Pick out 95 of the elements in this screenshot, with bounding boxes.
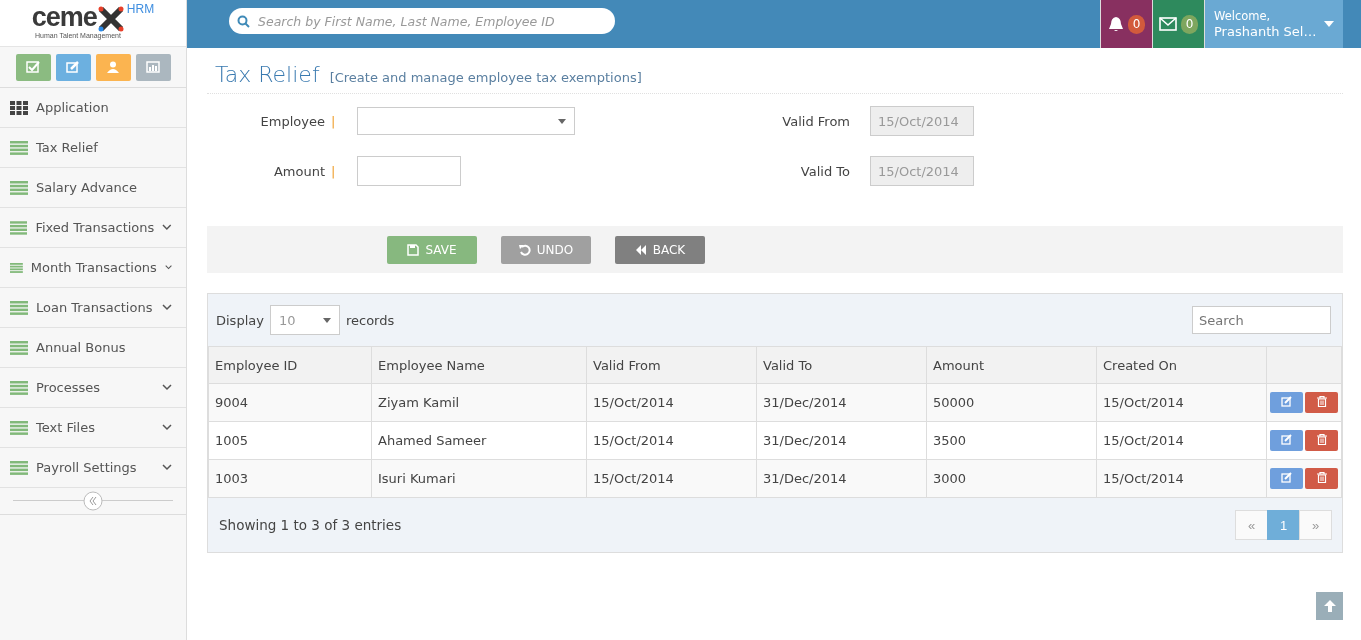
sidebar-item[interactable]: Annual Bonus	[0, 328, 186, 368]
records-label: records	[345, 312, 395, 328]
search-field[interactable]: Search by First Name, Last Name, Employee ID	[229, 8, 615, 34]
user-icon	[106, 61, 120, 73]
sidebar-item[interactable]: Salary Advance	[0, 168, 186, 208]
arrow-up-icon	[1323, 600, 1336, 612]
required-marker: |	[330, 163, 337, 179]
list-icon	[10, 220, 28, 235]
undo-icon	[518, 243, 531, 256]
list-icon	[10, 380, 28, 395]
column-header: Amount	[926, 346, 1097, 384]
list-icon	[10, 460, 28, 475]
table-cell: Ahamed Sameer	[371, 421, 587, 460]
grid-icon	[10, 100, 28, 115]
list-icon	[10, 180, 28, 195]
trash-icon	[1316, 434, 1327, 445]
edit-icon	[1280, 396, 1293, 407]
table-cell: 3000	[926, 459, 1097, 498]
caret-icon	[322, 317, 331, 323]
user-shortcut-button[interactable]	[95, 53, 131, 81]
bell-icon[interactable]	[1108, 16, 1124, 32]
table-cell: 9004	[208, 383, 372, 422]
amount-field[interactable]	[357, 156, 461, 186]
table-cell: 50000	[926, 383, 1097, 422]
table-cell: Isuri Kumari	[371, 459, 587, 498]
table-cell: 31/Dec/2014	[756, 459, 927, 498]
sidebar-item[interactable]: Application	[0, 88, 186, 128]
edit-button[interactable]	[1270, 468, 1303, 489]
table-cell: 15/Oct/2014	[1096, 421, 1267, 460]
trash-icon	[1316, 396, 1327, 407]
list-icon	[10, 300, 28, 315]
caret-icon	[1324, 21, 1335, 27]
table-search-field[interactable]: Search	[1192, 306, 1331, 334]
table-cell: Ziyam Kamil	[371, 383, 587, 422]
notification-count: 0	[1128, 14, 1145, 34]
checkbox-icon	[26, 61, 40, 73]
sidebar-item[interactable]: Text Files	[0, 408, 186, 448]
delete-button[interactable]	[1305, 468, 1338, 489]
scroll-top-button[interactable]	[1316, 592, 1343, 620]
double-arrow-left-icon	[634, 243, 647, 256]
list-icon	[10, 260, 23, 275]
sidebar-item[interactable]: Loan Transactions	[0, 288, 186, 328]
column-header: Created On	[1096, 346, 1267, 384]
envelope-icon[interactable]	[1159, 17, 1177, 31]
chart-icon	[146, 61, 160, 73]
page-title: Tax Relief	[215, 62, 320, 87]
edit-icon	[1280, 472, 1293, 483]
column-header: Employee ID	[208, 346, 372, 384]
back-button[interactable]: BACK	[615, 235, 705, 264]
check-shortcut-button[interactable]	[15, 53, 51, 81]
table-cell: 15/Oct/2014	[1096, 383, 1267, 422]
chart-shortcut-button[interactable]	[135, 53, 171, 81]
sidebar-item[interactable]: Fixed Transactions	[0, 208, 186, 248]
trash-icon	[1316, 472, 1327, 483]
table-cell: 1005	[208, 421, 372, 460]
edit-shortcut-button[interactable]	[55, 53, 91, 81]
column-header: Employee Name	[371, 346, 587, 384]
table-info: Showing 1 to 3 of 3 entries	[219, 517, 402, 533]
edit-icon	[1280, 434, 1293, 445]
table-cell: 3500	[926, 421, 1097, 460]
sidebar-item[interactable]: Processes	[0, 368, 186, 408]
required-marker: |	[330, 113, 337, 129]
edit-icon	[66, 61, 80, 73]
table-cell: 15/Oct/2014	[586, 459, 757, 498]
table-cell: 15/Oct/2014	[586, 421, 757, 460]
logo-suffix-text: HRM	[126, 2, 155, 16]
field-label: Valid To	[799, 163, 850, 179]
sidebar-item[interactable]: Month Transactions	[0, 248, 186, 288]
list-icon	[10, 420, 28, 435]
message-count: 0	[1181, 14, 1198, 34]
field-label: Amount	[272, 163, 325, 179]
table-cell: 15/Oct/2014	[586, 383, 757, 422]
employee-select[interactable]	[357, 107, 575, 135]
column-header: Valid From	[586, 346, 757, 384]
logo-text: ceme	[31, 2, 97, 32]
field-label: Valid From	[781, 113, 850, 129]
edit-button[interactable]	[1270, 392, 1303, 413]
list-icon	[10, 340, 28, 355]
page-subtitle: [Create and manage employee tax exemptions]	[329, 70, 642, 85]
caret-icon	[558, 118, 566, 124]
table-cell: 1003	[208, 459, 372, 498]
table-cell: 31/Dec/2014	[756, 383, 927, 422]
table-cell: 15/Oct/2014	[1096, 459, 1267, 498]
column-header: Valid To	[756, 346, 927, 384]
search-icon	[237, 14, 250, 28]
collapse-icon[interactable]	[83, 491, 103, 511]
field-label: Employee	[259, 113, 325, 129]
display-label: Display	[216, 312, 264, 328]
delete-button[interactable]	[1305, 392, 1338, 413]
delete-button[interactable]	[1305, 430, 1338, 451]
sidebar-item[interactable]: Tax Relief	[0, 128, 186, 168]
list-icon	[10, 140, 28, 155]
x-logo-icon	[96, 6, 125, 32]
edit-button[interactable]	[1270, 430, 1303, 451]
table-cell: 31/Dec/2014	[756, 421, 927, 460]
